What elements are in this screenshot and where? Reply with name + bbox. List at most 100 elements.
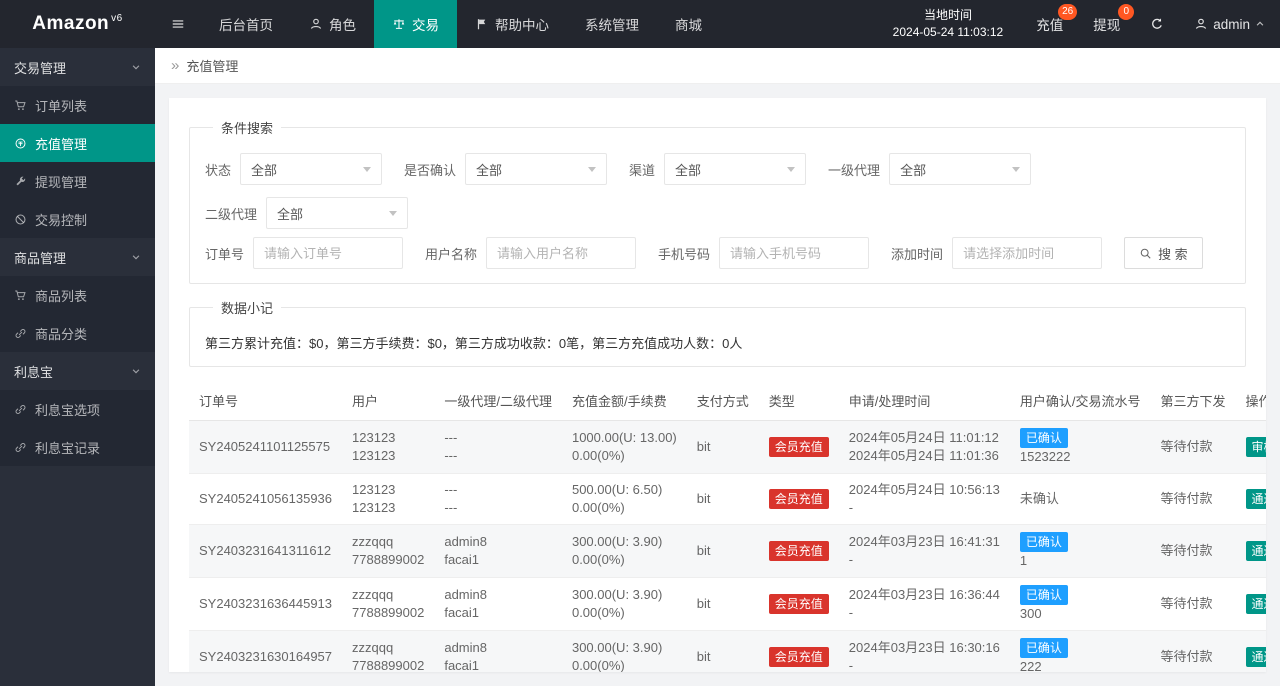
cell-times: 2024年05月24日 10:56:13- [838,473,1010,525]
topnav-system[interactable]: 系统管理 [567,0,657,48]
sidebar-group-lixibao[interactable]: 利息宝 [0,352,155,390]
cell-times: 2024年03月23日 16:30:16- [838,630,1010,672]
agent-level2-select[interactable]: 全部 [266,197,409,229]
filter-phone: 手机号码 [658,237,870,269]
topnav-label: 商城 [675,18,702,33]
order-no-input[interactable] [253,237,404,269]
cell-confirm: 已确认 1523222 [1009,420,1151,474]
withdraw-shortcut[interactable]: 提现 0 [1078,0,1135,48]
cell-amount: 300.00(U: 3.90) 0.00(0%) [561,524,687,578]
topnav-mall[interactable]: 商城 [657,0,720,48]
filter-label: 添加时间 [891,246,944,262]
scale-icon [392,17,406,31]
breadcrumb: » 充值管理 [155,48,1280,84]
search-button-label: 搜 索 [1158,246,1188,262]
cell-agents: --- --- [434,420,562,474]
approve-button[interactable]: 通过 [1245,647,1266,667]
cell-confirm: 已确认 222 [1009,630,1151,672]
sidebar-item-trade-control[interactable]: 交易控制 [0,200,155,238]
recharge-count-badge: 26 [1058,4,1078,20]
content-area: 条件搜索 状态全部是否确认全部渠道全部一级代理全部二级代理全部 订单号用户名称手… [155,84,1280,686]
approve-button[interactable]: 通过 [1245,489,1266,509]
summary-text: 第三方累计充值：$0，第三方手续费：$0，第三方成功收款：0笔，第三方充值成功人… [205,336,743,351]
sidebar-group-label: 交易管理 [14,60,67,76]
approve-button[interactable]: 审核通过 [1245,437,1266,457]
phone-input[interactable] [719,237,870,269]
table-row: SY2403231636445913 zzzqqq 7788899002 admin8… [189,577,1266,631]
cell-amount: 300.00(U: 3.90) 0.00(0%) [561,577,687,631]
column-header: 申请/处理时间 [838,381,1010,421]
local-time-value: 2024-05-24 11:03:12 [892,25,1004,39]
refresh-button[interactable] [1135,0,1179,48]
type-badge: 会员充值 [768,647,829,667]
confirmed-badge: 已确认 [1019,532,1068,552]
status-select[interactable]: 全部 [240,153,383,185]
link-icon [14,441,27,454]
sidebar-item-withdraw-management[interactable]: 提现管理 [0,162,155,200]
approve-button[interactable]: 通过 [1245,541,1266,561]
topnav-help-center[interactable]: 帮助中心 [457,0,567,48]
cell-user: zzzqqq 7788899002 [342,577,435,631]
topbar: Amazon v6 后台首页 角色 交易 帮助中心 系统管理 商城 当地时间 2024-05… [0,0,1280,48]
confirm-select[interactable]: 全部 [465,153,608,185]
cell-third-party: 等待付款 [1150,577,1236,631]
ban-icon [14,213,27,226]
column-header: 操作 [1235,381,1266,421]
hamburger-icon[interactable] [155,0,201,48]
approve-button[interactable]: 通过 [1245,594,1266,614]
withdraw-count-badge: 0 [1118,4,1135,20]
sidebar-item-order-list[interactable]: 订单列表 [0,86,155,124]
sidebar-item-recharge-management[interactable]: 充值管理 [0,124,155,162]
column-header: 用户 [342,381,435,421]
breadcrumb-label: 充值管理 [186,59,239,74]
chevron-down-icon [787,166,796,172]
cell-times: 2024年05月24日 11:01:12 2024年05月24日 11:01:36 [838,420,1010,474]
filter-agent-level1: 一级代理 全部 [828,153,1032,185]
sidebar-item-goods-list[interactable]: 商品列表 [0,276,155,314]
sidebar-item-lixibao-options[interactable]: 利息宝选项 [0,390,155,428]
type-badge: 会员充值 [768,541,829,561]
cell-user: 123123 123123 [342,420,435,474]
cell-order-no: SY2403231641311612 [189,524,343,578]
cell-user: zzzqqq 7788899002 [342,630,435,672]
filter-label: 是否确认 [404,162,457,178]
topnav-trade[interactable]: 交易 [374,0,457,48]
cell-pay-method: bit [686,420,759,474]
sidebar-item-label: 订单列表 [35,98,88,114]
main-area: » 充值管理 条件搜索 状态 全部 是否确认 全部 渠道 全部 一级代理 全部 二级代理 全部 订… [155,48,1280,686]
sidebar-group-label: 商品管理 [14,250,67,266]
add-time-input[interactable] [952,237,1103,269]
select-value: 全部 [277,206,304,222]
column-header: 用户确认/交易流水号 [1009,381,1151,421]
sidebar-group-goods-management[interactable]: 商品管理 [0,238,155,276]
recharge-shortcut[interactable]: 充值 26 [1021,0,1078,48]
topnav-roles[interactable]: 角色 [291,0,374,48]
orders-table: 订单号 用户 一级代理/二级代理 充值金额/手续费 支付方式 类型 申请/处理时间 用户确认/… [189,381,1266,672]
cell-third-party: 等待付款 [1150,630,1236,672]
search-button[interactable]: 搜 索 [1124,237,1203,269]
type-badge: 会员充值 [768,594,829,614]
chevron-down-icon [389,210,398,216]
local-time: 当地时间 2024-05-24 11:03:12 [875,7,1022,41]
summary-panel: 数据小记 第三方累计充值：$0，第三方手续费：$0，第三方成功收款：0笔，第三方… [189,298,1246,367]
app-logo[interactable]: Amazon v6 [0,0,155,48]
channel-select[interactable]: 全部 [664,153,807,185]
username-input[interactable] [486,237,637,269]
sidebar-item-goods-category[interactable]: 商品分类 [0,314,155,352]
user-menu[interactable]: admin [1179,0,1280,48]
chevron-down-icon [131,62,141,72]
column-header: 订单号 [189,381,343,421]
topnav-home[interactable]: 后台首页 [201,0,291,48]
filter-label: 一级代理 [828,162,881,178]
filter-add-time: 添加时间 [891,237,1103,269]
agent-level1-select[interactable]: 全部 [889,153,1032,185]
sidebar-item-lixibao-records[interactable]: 利息宝记录 [0,428,155,466]
filter-order-no: 订单号 [205,237,404,269]
cart-icon [14,289,27,302]
filter-username: 用户名称 [425,237,637,269]
cell-amount: 300.00(U: 3.90) 0.00(0%) [561,630,687,672]
sidebar-group-trade-management[interactable]: 交易管理 [0,48,155,86]
cell-amount: 1000.00(U: 13.00) 0.00(0%) [561,420,687,474]
cell-type: 会员充值 [758,577,839,631]
menu-icon [171,17,185,31]
